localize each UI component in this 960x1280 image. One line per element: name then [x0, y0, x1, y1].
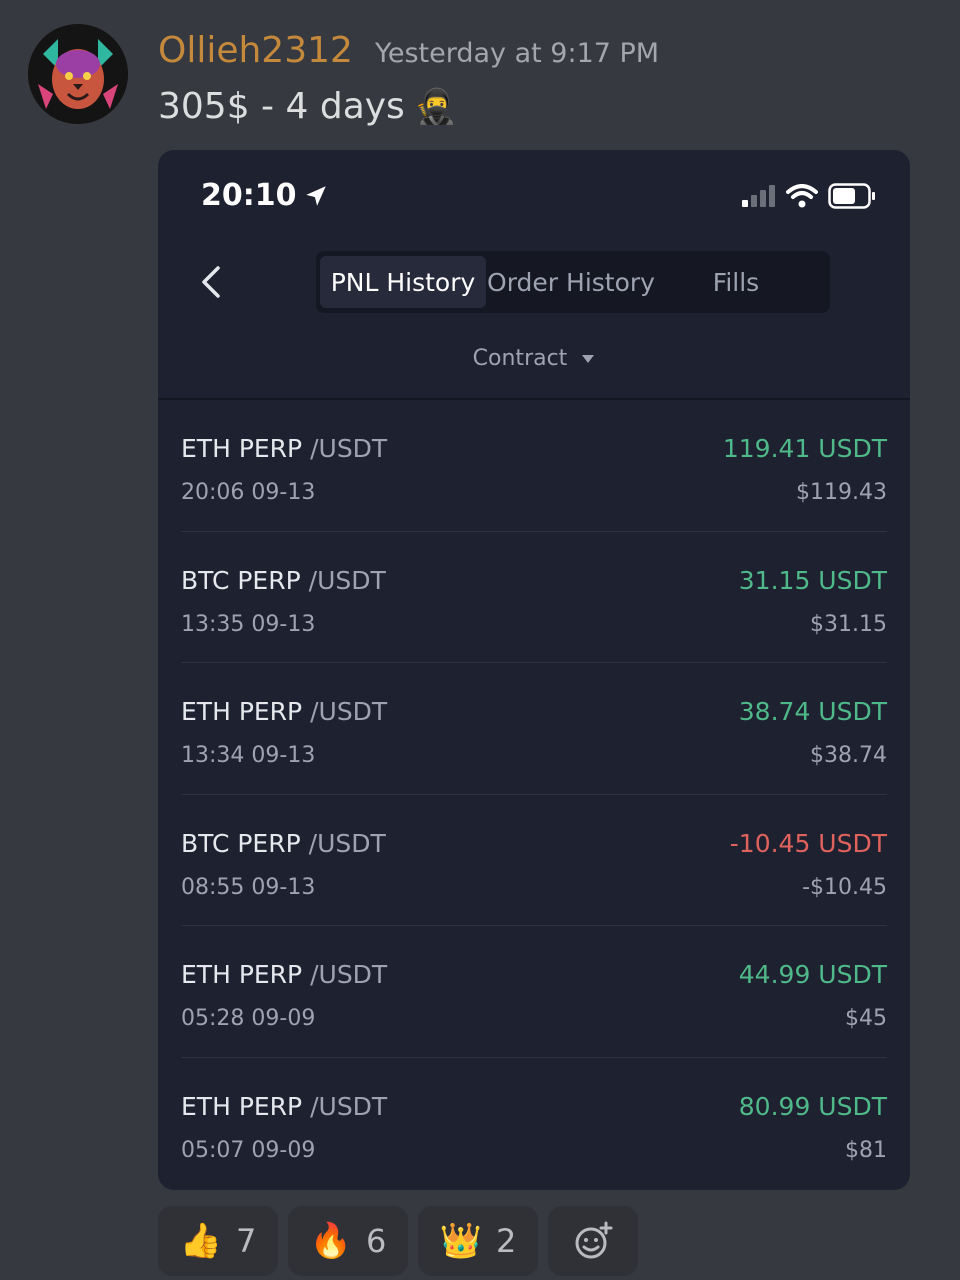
list-item[interactable]: BTC PERP /USDT 13:35 09-13 31.15 USDT $3…: [181, 532, 887, 664]
ninja-emoji: 🥷: [414, 86, 458, 127]
symbol: BTC PERP: [181, 828, 301, 858]
tab-fills[interactable]: Fills: [656, 256, 816, 308]
pnl-amount: -10.45 USDT: [729, 828, 887, 858]
list-item[interactable]: ETH PERP /USDT 20:06 09-13 119.41 USDT $…: [181, 400, 887, 532]
pnl-usd: $31.15: [810, 611, 887, 637]
history-tabs: PNL History Order History Fills: [316, 251, 830, 313]
quote-asset: /USDT: [308, 828, 386, 858]
quote-asset: /USDT: [310, 697, 388, 727]
message-text: 305$ - 4 days: [158, 86, 405, 127]
close-time: 05:28 09-09: [181, 1006, 316, 1032]
close-time: 08:55 09-13: [181, 874, 316, 900]
pnl-list: ETH PERP /USDT 20:06 09-13 119.41 USDT $…: [181, 400, 887, 1190]
close-time: 20:06 09-13: [181, 480, 316, 505]
message-header: Ollieh2312 Yesterday at 9:17 PM: [158, 30, 659, 71]
pnl-amount: 44.99 USDT: [738, 960, 887, 990]
pnl-usd: $38.74: [810, 743, 887, 769]
status-icons: [742, 183, 876, 209]
reaction-crown[interactable]: 👑 2: [418, 1206, 538, 1276]
battery-icon: [828, 183, 875, 209]
pnl-usd: -$10.45: [802, 874, 887, 900]
status-time-text: 20:10: [201, 178, 297, 213]
pair-name: ETH PERP /USDT: [181, 1092, 387, 1121]
pnl-usd: $119.43: [796, 480, 887, 505]
reaction-fire[interactable]: 🔥 6: [288, 1206, 408, 1276]
list-item[interactable]: ETH PERP /USDT 05:07 09-09 80.99 USDT $8…: [181, 1058, 887, 1190]
add-emoji-icon: [575, 1221, 613, 1259]
signal-icon: [742, 185, 775, 207]
contract-filter[interactable]: Contract: [158, 346, 910, 371]
pair-name: ETH PERP /USDT: [181, 434, 387, 463]
quote-asset: /USDT: [310, 1091, 388, 1121]
caret-down-icon: [582, 354, 595, 363]
back-button[interactable]: [194, 262, 234, 302]
avatar[interactable]: [28, 24, 128, 124]
list-item[interactable]: BTC PERP /USDT 08:55 09-13 -10.45 USDT -…: [181, 795, 887, 927]
pnl-amount: 80.99 USDT: [738, 1091, 887, 1121]
contract-filter-label: Contract: [472, 346, 568, 371]
reaction-count: 6: [365, 1222, 387, 1260]
reactions-bar: 👍 7 🔥 6 👑 2: [158, 1206, 638, 1276]
tab-order-history[interactable]: Order History: [486, 256, 656, 308]
quote-asset: /USDT: [310, 434, 388, 463]
pair-name: BTC PERP /USDT: [181, 566, 386, 595]
thumbs-up-icon: 👍: [179, 1221, 222, 1261]
fire-icon: 🔥: [309, 1221, 352, 1261]
pnl-usd: $45: [845, 1006, 887, 1032]
pair-name: BTC PERP /USDT: [181, 829, 386, 858]
lion-avatar-icon: [28, 24, 128, 124]
username[interactable]: Ollieh2312: [158, 30, 353, 71]
close-time: 13:34 09-13: [181, 743, 316, 769]
symbol: ETH PERP: [181, 960, 303, 990]
pnl-amount: 38.74 USDT: [738, 697, 887, 727]
close-time: 13:35 09-13: [181, 611, 316, 637]
quote-asset: /USDT: [308, 565, 386, 595]
message-content: 305$ - 4 days 🥷: [158, 86, 457, 127]
symbol: ETH PERP: [181, 1091, 303, 1121]
pnl-amount: 31.15 USDT: [738, 565, 887, 595]
list-item[interactable]: ETH PERP /USDT 05:28 09-09 44.99 USDT $4…: [181, 926, 887, 1058]
quote-asset: /USDT: [310, 960, 388, 990]
status-time: 20:10: [201, 178, 329, 213]
symbol: ETH PERP: [181, 697, 303, 727]
list-item[interactable]: ETH PERP /USDT 13:34 09-13 38.74 USDT $3…: [181, 663, 887, 795]
reaction-count: 7: [235, 1222, 257, 1260]
message-timestamp: Yesterday at 9:17 PM: [374, 38, 660, 69]
wifi-icon: [786, 184, 818, 208]
location-arrow-icon: [305, 185, 326, 206]
symbol: ETH PERP: [181, 434, 303, 463]
symbol: BTC PERP: [181, 565, 301, 595]
status-bar: 20:10: [158, 150, 910, 240]
attached-image[interactable]: 20:10 PNL History Order History Fills Co…: [158, 150, 910, 1190]
reaction-thumbs-up[interactable]: 👍 7: [158, 1206, 278, 1276]
crown-icon: 👑: [439, 1221, 482, 1261]
tab-pnl-history[interactable]: PNL History: [320, 256, 486, 308]
reaction-count: 2: [495, 1222, 517, 1260]
chevron-left-icon: [202, 266, 220, 298]
close-time: 05:07 09-09: [181, 1137, 316, 1163]
pair-name: ETH PERP /USDT: [181, 697, 387, 726]
pnl-amount: 119.41 USDT: [722, 434, 887, 463]
add-reaction-button[interactable]: [548, 1206, 638, 1276]
pnl-usd: $81: [845, 1137, 887, 1163]
pair-name: ETH PERP /USDT: [181, 960, 387, 989]
